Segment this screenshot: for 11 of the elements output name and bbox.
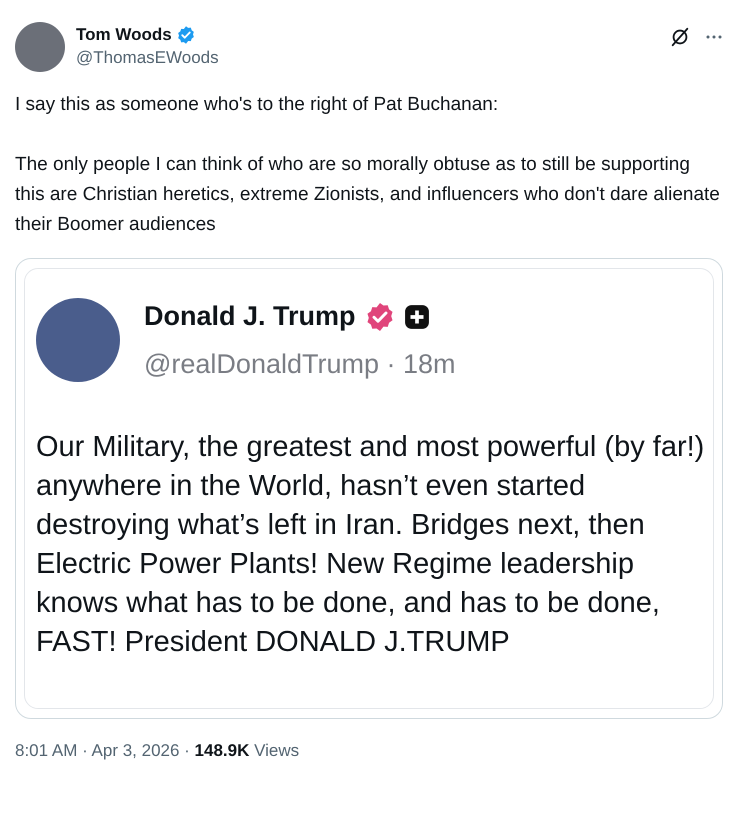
- tweet-meta: 8:01 AM · Apr 3, 2026 · 148.9K Views: [15, 741, 300, 761]
- author-name: Tom Woods: [76, 25, 172, 45]
- post-text: Our Military, the greatest and most powerful (by far!) anywhere in the World, hasn’t even started destroying what’s left in Iran. Bridges next, then Electric Power Plants! New Regime leadership knows what has to be done, and has to be done, FAST! President DONALD J.TRUMP: [36, 430, 706, 660]
- tweet-text: The only people I can think of who are so morally obtuse as to still be supporting this are Christian heretics, extreme Zionists, and influencers who don't dare alienate their Boomer audiences: [15, 153, 721, 237]
- post-author-handle: @realDonaldTrump · 18m: [144, 348, 456, 380]
- author-handle: @ThomasEWoods: [76, 48, 220, 68]
- plus-icon: [404, 304, 430, 330]
- avatar: [15, 22, 65, 72]
- more-icon[interactable]: [705, 34, 723, 40]
- tweet-text: I say this as someone who's to the right of Pat Buchanan:: [15, 93, 500, 117]
- post-author-name: Donald J. Trump: [144, 301, 356, 332]
